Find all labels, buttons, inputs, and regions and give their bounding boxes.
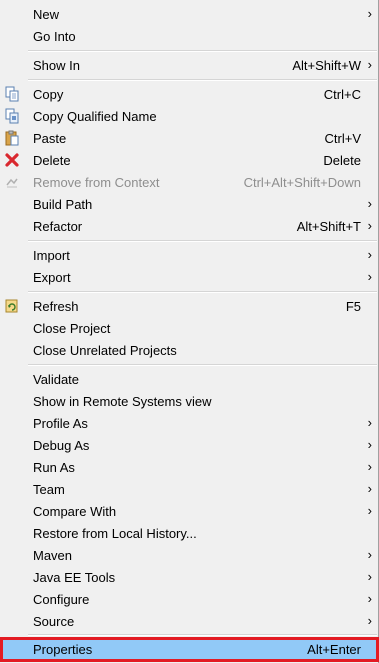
menu-item-label: Refresh	[33, 299, 79, 314]
copy-qualified-icon	[4, 108, 20, 124]
menu-item-label: Import	[33, 248, 70, 263]
menu-item-maven[interactable]: Maven ›	[0, 544, 379, 566]
menu-item-show-remote-systems[interactable]: Show in Remote Systems view	[0, 390, 379, 412]
menu-item-label: Run As	[33, 460, 75, 475]
menu-item-label: Show In	[33, 58, 80, 73]
menu-item-label: Maven	[33, 548, 73, 563]
menu-item-restore-local-history[interactable]: Restore from Local History...	[0, 522, 379, 544]
menu-item-label: Refactor	[33, 219, 83, 234]
menu-item-go-into[interactable]: Go Into	[0, 25, 379, 47]
menu-item-import[interactable]: Import ›	[0, 244, 379, 266]
menu-item-refresh[interactable]: Refresh F5	[0, 295, 379, 317]
menu-item-team[interactable]: Team ›	[0, 478, 379, 500]
submenu-arrow-icon: ›	[367, 481, 372, 496]
paste-icon	[4, 130, 20, 146]
menu-item-delete[interactable]: Delete Delete	[0, 149, 379, 171]
menu-separator	[28, 634, 377, 636]
menu-separator	[28, 240, 377, 242]
menu-item-label: Close Unrelated Projects	[33, 343, 177, 358]
menu-item-label: Restore from Local History...	[33, 526, 197, 541]
menu-item-label: Copy Qualified Name	[33, 109, 157, 124]
submenu-arrow-icon: ›	[367, 569, 372, 584]
menu-item-source[interactable]: Source ›	[0, 610, 379, 632]
menu-separator	[28, 291, 377, 293]
menu-item-validate[interactable]: Validate	[0, 368, 379, 390]
submenu-arrow-icon: ›	[367, 591, 372, 606]
menu-item-properties[interactable]: Properties Alt+Enter	[0, 637, 379, 662]
submenu-arrow-icon: ›	[367, 415, 372, 430]
copy-icon	[4, 86, 20, 102]
menu-item-debug-as[interactable]: Debug As ›	[0, 434, 379, 456]
menu-item-label: Validate	[33, 372, 80, 387]
menu-item-label: Remove from Context	[33, 175, 160, 190]
menu-separator	[28, 50, 377, 52]
menu-item-label: Team	[33, 482, 65, 497]
menu-item-label: Go Into	[33, 29, 76, 44]
menu-item-close-unrelated-projects[interactable]: Close Unrelated Projects	[0, 339, 379, 361]
menu-item-copy[interactable]: Copy Ctrl+C	[0, 83, 379, 105]
menu-item-shortcut: Ctrl+V	[324, 131, 361, 146]
submenu-arrow-icon: ›	[367, 459, 372, 474]
menu-item-export[interactable]: Export ›	[0, 266, 379, 288]
menu-separator	[28, 364, 377, 366]
menu-item-label: Compare With	[33, 504, 117, 519]
submenu-arrow-icon: ›	[367, 547, 372, 562]
delete-icon	[4, 152, 20, 168]
menu-item-java-ee-tools[interactable]: Java EE Tools ›	[0, 566, 379, 588]
submenu-arrow-icon: ›	[367, 503, 372, 518]
menu-item-label: Source	[33, 614, 75, 629]
menu-item-paste[interactable]: Paste Ctrl+V	[0, 127, 379, 149]
menu-item-label: Properties	[33, 642, 93, 657]
menu-item-label: Close Project	[33, 321, 111, 336]
submenu-arrow-icon: ›	[367, 6, 372, 21]
menu-item-remove-from-context: Remove from Context Ctrl+Alt+Shift+Down	[0, 171, 379, 193]
submenu-arrow-icon: ›	[367, 437, 372, 452]
menu-item-label: Export	[33, 270, 71, 285]
submenu-arrow-icon: ›	[367, 269, 372, 284]
submenu-arrow-icon: ›	[367, 196, 372, 211]
context-menu: New › Go Into Show In Alt+Shift+W › Copy…	[0, 0, 379, 663]
menu-item-shortcut: Ctrl+C	[323, 87, 361, 102]
menu-item-label: Copy	[33, 87, 64, 102]
menu-item-compare-with[interactable]: Compare With ›	[0, 500, 379, 522]
menu-item-label: Configure	[33, 592, 90, 607]
remove-context-icon	[4, 174, 20, 190]
menu-item-shortcut: Ctrl+Alt+Shift+Down	[243, 175, 361, 190]
submenu-arrow-icon: ›	[367, 247, 372, 262]
menu-item-build-path[interactable]: Build Path ›	[0, 193, 379, 215]
menu-item-refactor[interactable]: Refactor Alt+Shift+T ›	[0, 215, 379, 237]
refresh-icon	[4, 298, 20, 314]
menu-item-shortcut: F5	[345, 299, 361, 314]
menu-item-shortcut: Delete	[323, 153, 361, 168]
menu-item-profile-as[interactable]: Profile As ›	[0, 412, 379, 434]
submenu-arrow-icon: ›	[367, 57, 372, 72]
menu-item-run-as[interactable]: Run As ›	[0, 456, 379, 478]
menu-item-new[interactable]: New ›	[0, 3, 379, 25]
menu-item-shortcut: Alt+Shift+W	[292, 58, 361, 73]
menu-item-label: Show in Remote Systems view	[33, 394, 212, 409]
menu-separator	[28, 79, 377, 81]
menu-item-close-project[interactable]: Close Project	[0, 317, 379, 339]
menu-item-label: New	[33, 7, 60, 22]
menu-item-label: Debug As	[33, 438, 90, 453]
menu-item-shortcut: Alt+Shift+T	[296, 219, 361, 234]
menu-item-label: Java EE Tools	[33, 570, 116, 585]
menu-item-label: Paste	[33, 131, 67, 146]
menu-item-shortcut: Alt+Enter	[307, 642, 361, 657]
menu-item-show-in[interactable]: Show In Alt+Shift+W ›	[0, 54, 379, 76]
menu-item-label: Delete	[33, 153, 71, 168]
submenu-arrow-icon: ›	[367, 218, 372, 233]
menu-item-copy-qualified-name[interactable]: Copy Qualified Name	[0, 105, 379, 127]
menu-item-configure[interactable]: Configure ›	[0, 588, 379, 610]
menu-item-label: Build Path	[33, 197, 93, 212]
submenu-arrow-icon: ›	[367, 613, 372, 628]
menu-item-label: Profile As	[33, 416, 88, 431]
